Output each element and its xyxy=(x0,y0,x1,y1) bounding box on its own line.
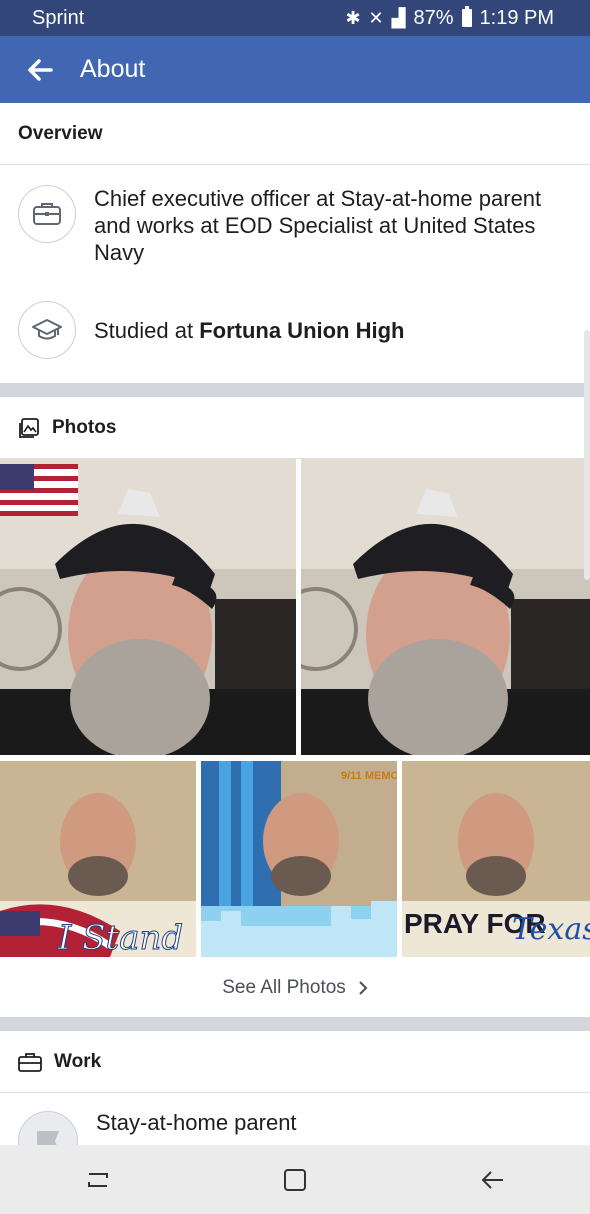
photo-5[interactable]: PRAY FOR Texas xyxy=(402,761,590,957)
overview-work-row[interactable]: Chief executive officer at Stay-at-home … xyxy=(0,165,590,287)
education-school[interactable]: Fortuna Union High xyxy=(199,318,404,343)
photo-pray-for-texas-image: PRAY FOR Texas xyxy=(402,761,590,957)
flag-icon xyxy=(0,464,78,516)
see-all-label: See All Photos xyxy=(222,977,346,998)
texas-text: Texas xyxy=(512,912,590,947)
clock: 1:19 PM xyxy=(479,6,554,29)
photo-2[interactable] xyxy=(301,459,590,755)
photos-title: Photos xyxy=(52,416,117,438)
arrow-left-icon xyxy=(28,58,53,81)
overview-title: Overview xyxy=(18,122,103,144)
briefcase-icon xyxy=(18,1052,42,1072)
photo-4[interactable]: 9/11 MEMORIAL & MUSEUM xyxy=(201,761,397,957)
briefcase-circle xyxy=(18,185,76,243)
recent-apps-icon xyxy=(88,1172,109,1187)
work-item-text: Stay-at-home parent xyxy=(96,1110,297,1135)
photos-header: Photos xyxy=(0,397,590,459)
signal-icon: ▟ xyxy=(391,7,406,28)
i-stand-text: I Stand xyxy=(57,918,183,957)
graduation-circle xyxy=(18,301,76,359)
back-nav-button[interactable] xyxy=(462,1150,522,1210)
memorial-text: 9/11 MEMORIAL & MUSEUM xyxy=(341,770,397,782)
carrier-label: Sprint xyxy=(32,6,85,29)
status-bar: Sprint ✱ ✕ ▟ 87% 1:19 PM xyxy=(0,0,590,36)
home-button[interactable] xyxy=(265,1150,325,1210)
status-indicators: ✱ ✕ ▟ 87% 1:19 PM xyxy=(345,6,554,30)
see-all-photos-link[interactable]: See All Photos xyxy=(0,959,590,1017)
page-flag-icon xyxy=(37,1131,59,1145)
work-summary: Chief executive officer at Stay-at-home … xyxy=(94,186,542,265)
briefcase-icon xyxy=(33,203,61,225)
mute-icon: ✕ xyxy=(368,7,384,28)
overview-header: Overview xyxy=(0,103,590,165)
back-icon xyxy=(481,1170,503,1189)
graduation-cap-icon xyxy=(32,319,62,340)
back-button[interactable] xyxy=(0,36,80,103)
profile-photo-image xyxy=(301,459,590,755)
work-header: Work xyxy=(0,1031,590,1093)
profile-photo-image xyxy=(0,459,296,755)
photo-911-memorial-image: 9/11 MEMORIAL & MUSEUM xyxy=(201,761,397,957)
home-icon xyxy=(283,1168,306,1191)
chevron-right-icon xyxy=(359,981,368,995)
workplace-avatar xyxy=(18,1111,78,1145)
education-text: Studied at Fortuna Union High xyxy=(94,317,404,344)
work-item-row[interactable]: Stay-at-home parent xyxy=(0,1093,590,1145)
photo-1[interactable] xyxy=(0,459,296,755)
app-bar: About xyxy=(0,36,590,103)
bluetooth-icon: ✱ xyxy=(345,7,361,28)
scrollbar[interactable] xyxy=(584,330,590,580)
battery-icon xyxy=(461,6,472,27)
page-title: About xyxy=(80,55,146,83)
about-content: Overview Chief executive officer at Stay… xyxy=(0,103,590,1145)
section-divider xyxy=(0,383,590,397)
photos-grid: I Stand 9/11 MEMORIAL & MUSEUM xyxy=(0,459,590,959)
education-prefix: Studied at xyxy=(94,317,200,343)
overview-education-row[interactable]: Studied at Fortuna Union High xyxy=(0,287,590,383)
system-nav-bar xyxy=(0,1145,590,1214)
battery-percent: 87% xyxy=(413,6,454,29)
recent-apps-button[interactable] xyxy=(68,1150,128,1210)
photo-i-stand-image: I Stand xyxy=(0,761,196,957)
section-divider xyxy=(0,1017,590,1031)
work-title: Work xyxy=(54,1050,102,1072)
photo-3[interactable]: I Stand xyxy=(0,761,196,957)
photos-icon xyxy=(19,417,39,438)
